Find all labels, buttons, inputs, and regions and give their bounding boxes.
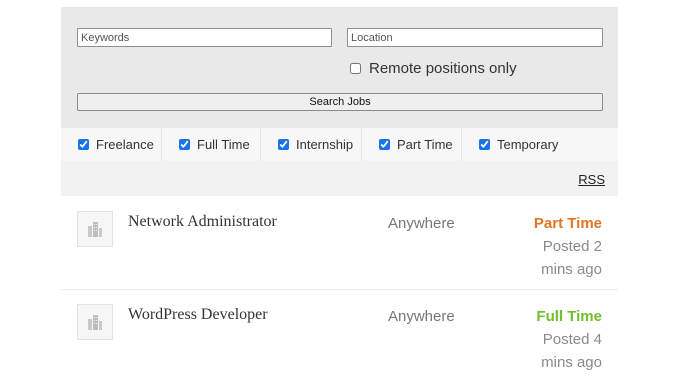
- filter-temporary[interactable]: Temporary: [462, 128, 618, 161]
- job-location: Anywhere: [388, 308, 455, 325]
- remote-positions-checkbox[interactable]: [350, 63, 361, 74]
- filter-part-time[interactable]: Part Time: [362, 128, 462, 161]
- filter-label: Temporary: [497, 137, 559, 152]
- posted-date: Posted 2 mins ago: [482, 235, 602, 281]
- remote-positions-label: Remote positions only: [369, 60, 517, 77]
- search-jobs-button[interactable]: Search Jobs: [77, 93, 603, 111]
- full-time-checkbox[interactable]: [179, 139, 190, 150]
- rss-bar: RSS: [61, 161, 618, 196]
- job-meta: Part Time Posted 2 mins ago: [482, 214, 602, 281]
- freelance-checkbox[interactable]: [78, 139, 89, 150]
- job-meta: Full Time Posted 4 mins ago: [482, 307, 602, 374]
- filter-freelance[interactable]: Freelance: [61, 128, 162, 161]
- job-listing[interactable]: WordPress Developer Anywhere Full Time P…: [61, 291, 618, 383]
- job-listing[interactable]: Network Administrator Anywhere Part Time…: [61, 198, 618, 290]
- posted-line: Posted 4: [542, 331, 602, 348]
- job-type-badge: Full Time: [536, 308, 602, 325]
- posted-line: Posted 2: [542, 238, 602, 255]
- filter-internship[interactable]: Internship: [261, 128, 362, 161]
- job-location: Anywhere: [388, 215, 455, 232]
- job-title[interactable]: WordPress Developer: [128, 306, 268, 324]
- temporary-checkbox[interactable]: [479, 139, 490, 150]
- posted-line: mins ago: [541, 354, 602, 371]
- posted-date: Posted 4 mins ago: [482, 328, 602, 374]
- building-icon: [77, 211, 113, 247]
- filter-label: Internship: [296, 137, 354, 152]
- building-icon: [77, 304, 113, 340]
- job-type-badge: Part Time: [533, 215, 602, 232]
- filter-label: Part Time: [397, 137, 453, 152]
- filter-label: Full Time: [197, 137, 250, 152]
- internship-checkbox[interactable]: [278, 139, 289, 150]
- job-type-filters: Freelance Full Time Internship Part Time…: [61, 128, 618, 161]
- remote-positions-toggle[interactable]: Remote positions only: [350, 60, 517, 77]
- job-title[interactable]: Network Administrator: [128, 213, 277, 231]
- location-input[interactable]: [347, 28, 603, 47]
- keywords-input[interactable]: [77, 28, 332, 47]
- filter-full-time[interactable]: Full Time: [162, 128, 261, 161]
- filter-label: Freelance: [96, 137, 154, 152]
- rss-link[interactable]: RSS: [578, 172, 605, 187]
- posted-line: mins ago: [541, 261, 602, 278]
- part-time-checkbox[interactable]: [379, 139, 390, 150]
- job-search-form: Remote positions only Search Jobs: [61, 7, 618, 128]
